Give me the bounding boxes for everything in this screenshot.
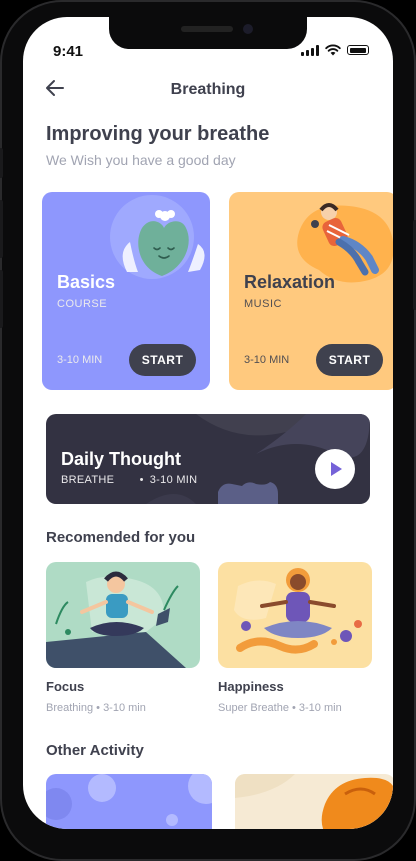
happiness-illustration (234, 568, 362, 654)
focus-thumbnail[interactable] (46, 562, 200, 668)
other-activity-heading: Other Activity (46, 742, 144, 759)
focus-meta: Breathing • 3-10 min (46, 702, 146, 714)
activity-card-2-illustration (235, 774, 393, 829)
cellular-signal-icon (301, 44, 319, 56)
happiness-title: Happiness (218, 679, 284, 694)
relaxation-start-button[interactable]: START (316, 344, 383, 376)
daily-thought-duration: 3-10 MIN (149, 474, 198, 486)
wifi-icon (325, 44, 341, 56)
happiness-category: Super Breathe (218, 702, 289, 714)
basics-card-title: Basics (57, 272, 116, 292)
front-camera (243, 24, 253, 34)
happiness-duration: 3-10 min (298, 702, 342, 714)
activity-card-1-illustration (46, 774, 212, 826)
happiness-meta: Super Breathe • 3-10 min (218, 702, 342, 714)
basics-card[interactable]: Basics COURSE 3-10 MIN START (42, 192, 210, 390)
volume-up-button (0, 200, 3, 258)
page-title: Breathing (170, 81, 246, 98)
speaker (181, 26, 233, 32)
relaxation-card-duration: 3-10 MIN (244, 354, 290, 366)
daily-thought-card[interactable]: Daily Thought BREATHE • 3-10 MIN (46, 414, 370, 504)
relaxation-card-subtitle: MUSIC (244, 298, 282, 310)
basics-card-subtitle: COURSE (57, 298, 108, 310)
daily-thought-meta: BREATHE • 3-10 MIN (61, 474, 198, 486)
happiness-thumbnail[interactable] (218, 562, 372, 668)
basics-start-button[interactable]: START (129, 344, 196, 376)
play-button[interactable] (315, 449, 355, 489)
recommended-heading: Recomended for you (46, 529, 196, 546)
daily-thought-title: Daily Thought (61, 449, 181, 469)
status-icons (301, 44, 369, 56)
intro-subheading: We Wish you have a good day (46, 152, 236, 168)
activity-card-2[interactable] (235, 774, 393, 829)
basics-card-duration: 3-10 MIN (57, 354, 103, 366)
relaxation-card[interactable]: Relaxation MUSIC 3-10 MIN START (229, 192, 393, 390)
focus-title: Focus (46, 679, 85, 694)
focus-duration: 3-10 min (103, 702, 146, 714)
status-time: 9:41 (53, 43, 84, 60)
relaxation-card-title: Relaxation (244, 272, 336, 292)
notch (109, 17, 307, 49)
top-nav: Breathing (23, 79, 393, 101)
focus-illustration (46, 571, 186, 668)
play-icon (331, 462, 342, 476)
battery-icon (347, 45, 369, 55)
activity-card-1[interactable] (46, 774, 212, 829)
focus-category: Breathing (46, 702, 94, 714)
mute-switch (0, 148, 3, 178)
volume-down-button (0, 270, 3, 328)
intro-heading: Improving your breathe (46, 123, 270, 145)
phone-frame: 9:41 Breathing Improving your breathe We… (0, 0, 416, 861)
app-screen: 9:41 Breathing Improving your breathe We… (23, 17, 393, 829)
daily-thought-category: BREATHE (61, 474, 115, 486)
